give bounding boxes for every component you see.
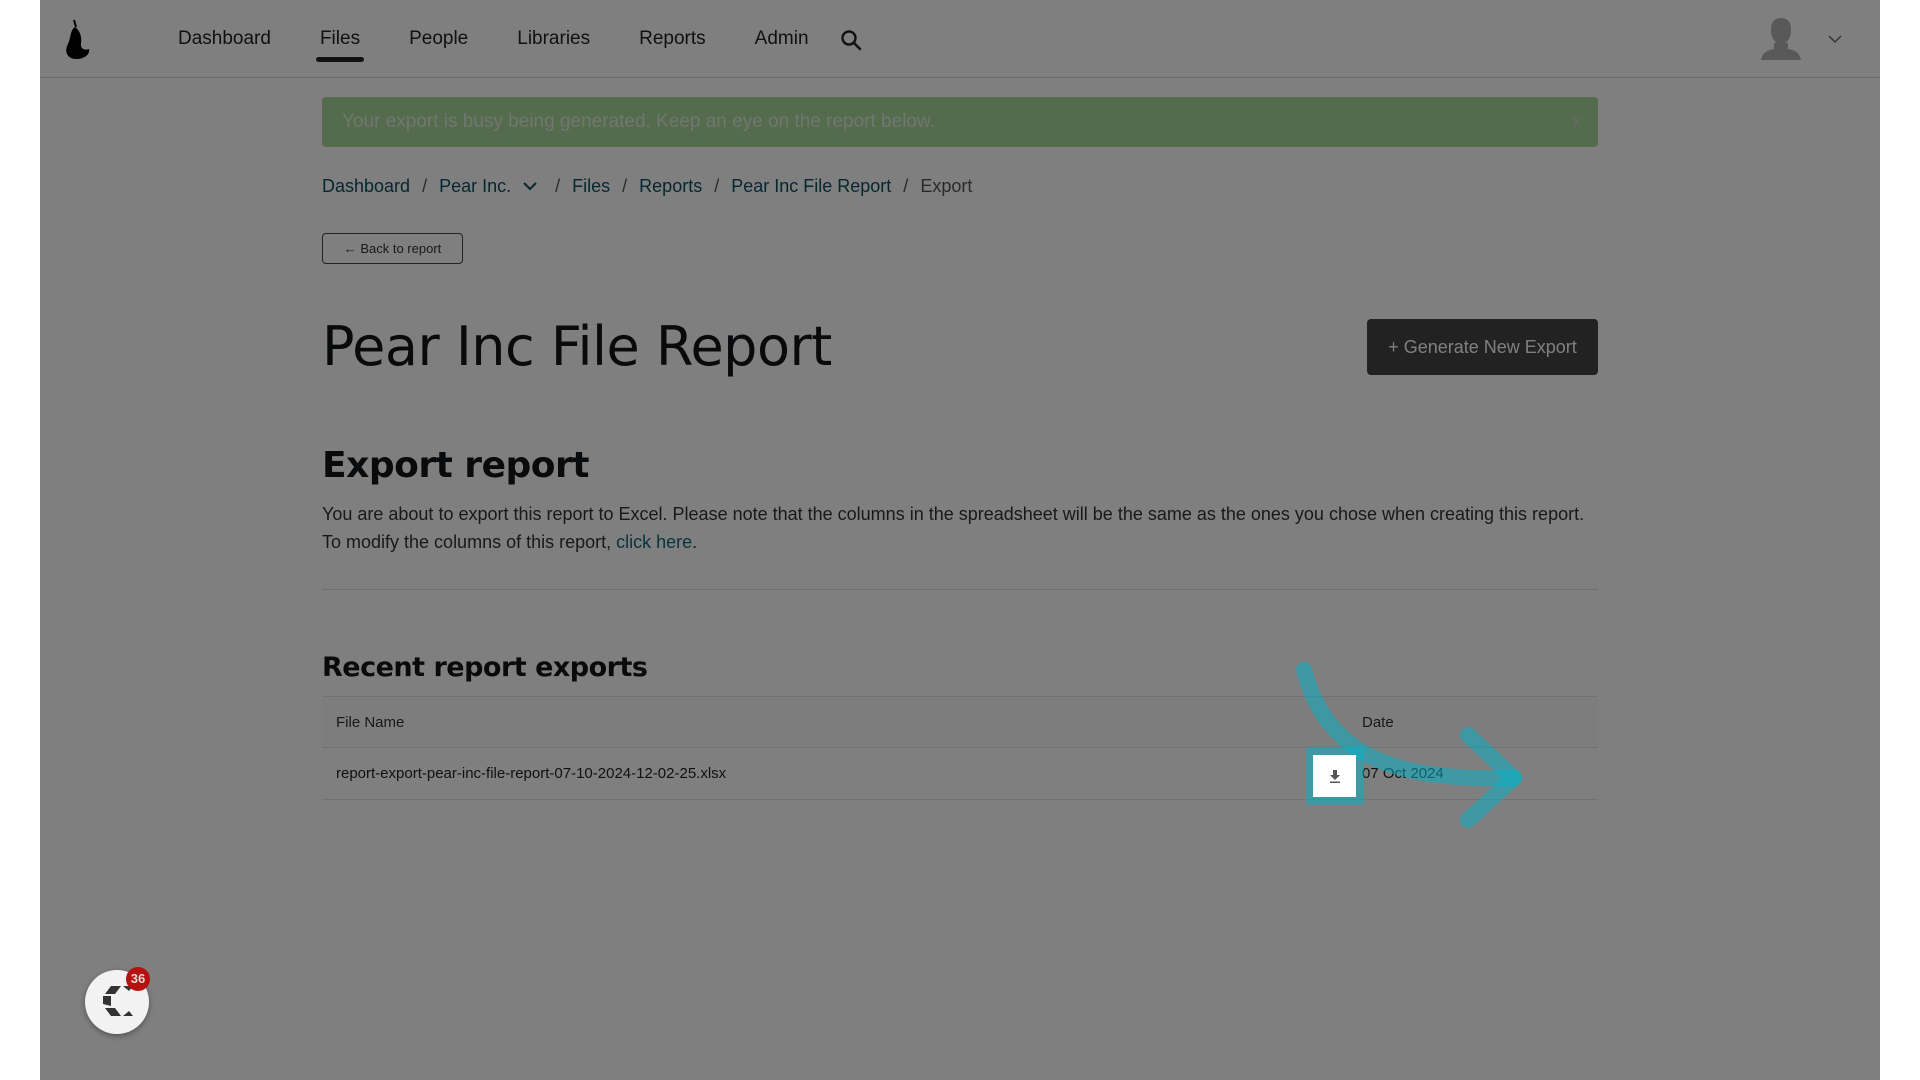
generate-new-export-button[interactable]: + Generate New Export — [1367, 319, 1598, 375]
nav-libraries[interactable]: Libraries — [517, 0, 590, 78]
alert-message: Your export is busy being generated. Kee… — [342, 111, 935, 132]
nav-people[interactable]: People — [409, 0, 468, 78]
user-avatar-icon[interactable] — [1760, 16, 1802, 62]
table-row: report-export-pear-inc-file-report-07-10… — [322, 748, 1598, 800]
back-to-report-button[interactable]: ← Back to report — [322, 233, 463, 264]
description-line-1: You are about to export this report to E… — [322, 504, 1585, 524]
table-header: File Name Date — [322, 696, 1598, 748]
description-prefix: To modify the columns of this report, — [322, 532, 617, 552]
breadcrumb-separator: / — [714, 176, 720, 196]
file-name-cell: report-export-pear-inc-file-report-07-10… — [336, 765, 727, 782]
download-icon — [1329, 770, 1340, 783]
breadcrumb-dashboard[interactable]: Dashboard — [322, 176, 410, 197]
nav-admin[interactable]: Admin — [755, 0, 809, 78]
description-line-2: To modify the columns of this report, cl… — [322, 528, 1598, 556]
column-file-name: File Name — [336, 713, 405, 731]
recent-exports-table: File Name Date report-export-pear-inc-fi… — [322, 696, 1598, 800]
chevron-down-icon[interactable] — [1828, 34, 1842, 44]
close-icon[interactable]: × — [1571, 97, 1582, 147]
breadcrumb-separator: / — [903, 176, 909, 196]
export-section-title: Export report — [322, 445, 589, 486]
breadcrumb-reports[interactable]: Reports — [639, 176, 702, 197]
success-alert: Your export is busy being generated. Kee… — [322, 97, 1598, 147]
page: Dashboard Files People Libraries Reports… — [40, 0, 1880, 1080]
breadcrumb-files[interactable]: Files — [572, 176, 610, 197]
download-button[interactable] — [1313, 755, 1356, 797]
search-icon[interactable] — [840, 29, 862, 51]
nav-files[interactable]: Files — [315, 0, 365, 78]
modify-columns-link[interactable]: click here — [616, 532, 692, 552]
date-cell: 07 Oct 2024 — [1362, 765, 1444, 782]
breadcrumb-separator: / — [422, 176, 428, 196]
breadcrumb: Dashboard / Pear Inc. / Files / Reports … — [322, 176, 972, 197]
page-title: Pear Inc File Report — [322, 315, 832, 378]
recent-exports-title: Recent report exports — [322, 652, 648, 683]
pear-logo-icon[interactable] — [62, 18, 92, 60]
breadcrumb-export: Export — [920, 176, 973, 196]
description-suffix: . — [692, 532, 698, 552]
breadcrumb-pear-inc[interactable]: Pear Inc. — [439, 176, 511, 197]
export-description: You are about to export this report to E… — [322, 500, 1598, 556]
breadcrumb-separator: / — [555, 176, 561, 196]
chevron-down-icon[interactable] — [523, 182, 537, 191]
nav-dashboard[interactable]: Dashboard — [178, 0, 271, 78]
top-navbar: Dashboard Files People Libraries Reports… — [40, 0, 1880, 78]
nav-links: Dashboard Files People Libraries Reports… — [178, 0, 858, 78]
breadcrumb-separator: / — [622, 176, 628, 196]
nav-reports[interactable]: Reports — [639, 0, 706, 78]
column-date: Date — [1362, 713, 1394, 731]
notification-badge: 36 — [126, 967, 150, 991]
section-divider — [322, 589, 1598, 590]
breadcrumb-report[interactable]: Pear Inc File Report — [731, 176, 891, 197]
